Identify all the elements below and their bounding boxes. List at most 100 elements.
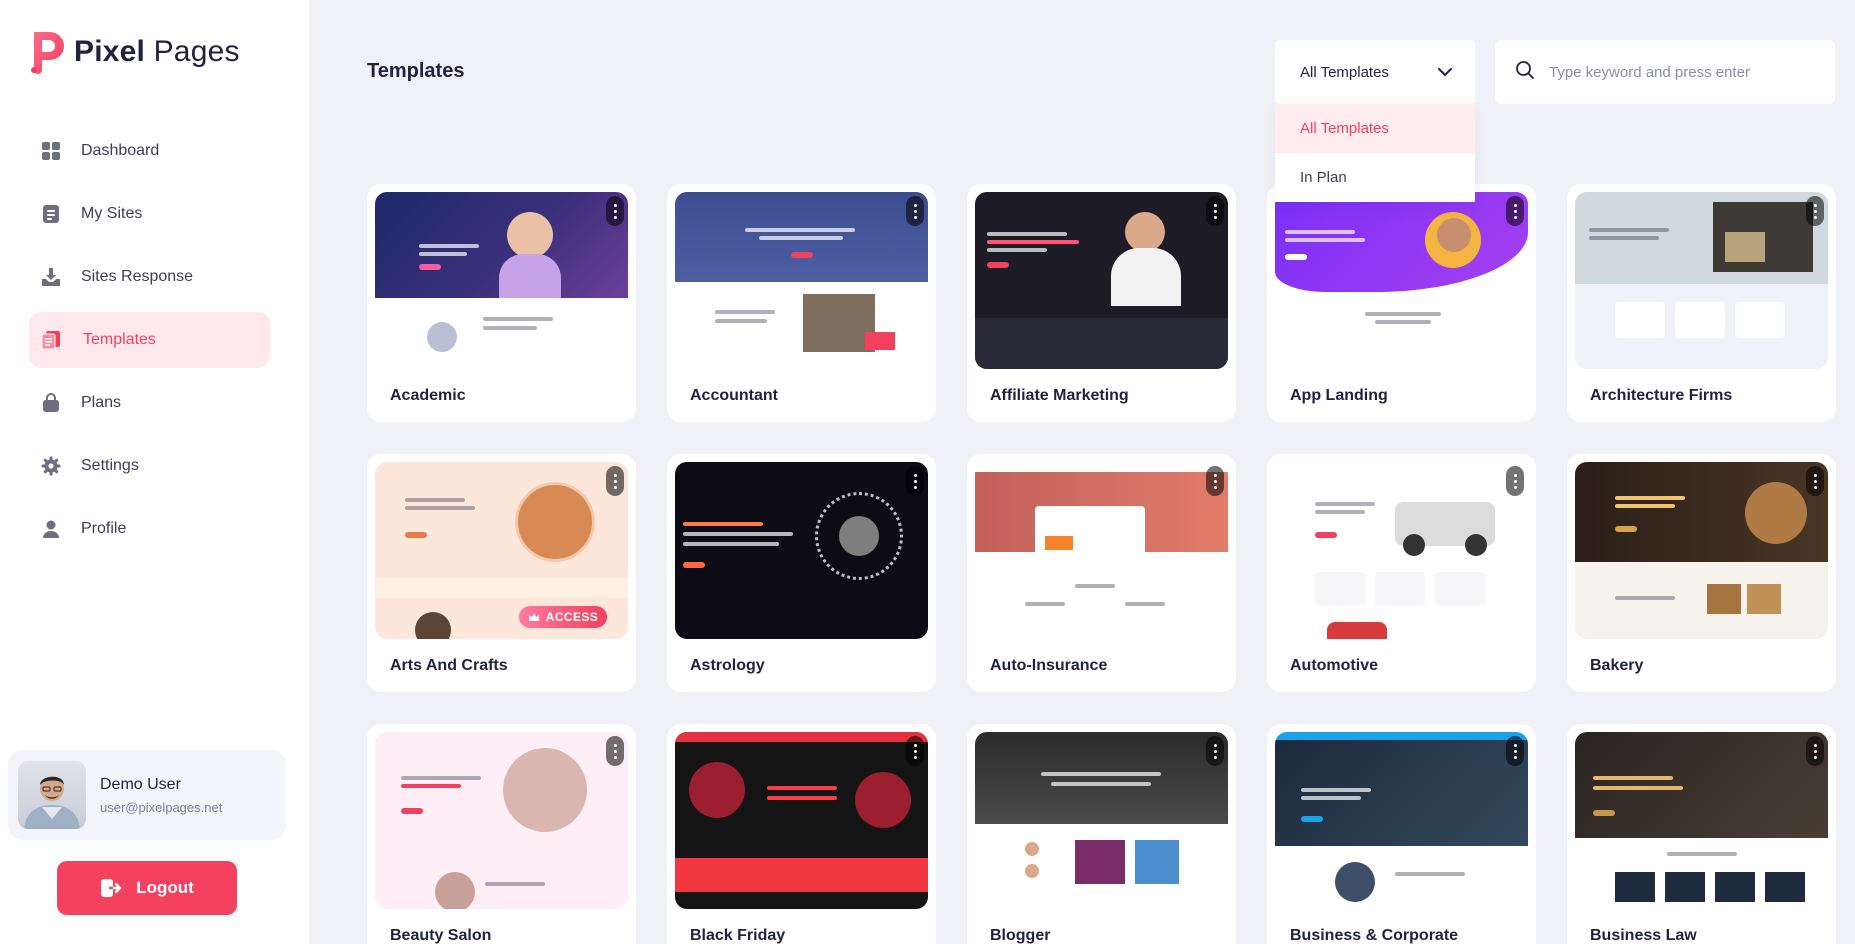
- dashboard-icon: [41, 141, 61, 161]
- template-card-auto-insurance[interactable]: Auto-Insurance: [967, 454, 1236, 692]
- template-thumbnail: [1275, 192, 1528, 369]
- template-title: Academic: [390, 387, 466, 404]
- sidebar: Pixel Pages Dashboard My Sites Sites Res…: [0, 0, 309, 944]
- template-card-astrology[interactable]: Astrology: [667, 454, 936, 692]
- template-thumbnail: [975, 462, 1228, 639]
- sidebar-item-settings[interactable]: Settings: [29, 438, 270, 494]
- template-card-app-landing[interactable]: App Landing: [1267, 184, 1536, 422]
- template-title: Beauty Salon: [390, 927, 492, 944]
- more-options-icon[interactable]: [1806, 736, 1824, 766]
- more-options-icon[interactable]: [1206, 466, 1224, 496]
- template-thumbnail: [1275, 732, 1528, 909]
- template-title: Arts And Crafts: [390, 657, 508, 674]
- template-thumbnail: [675, 462, 928, 639]
- download-icon: [41, 267, 61, 287]
- template-thumbnail: [1275, 462, 1528, 639]
- chevron-down-icon: [1437, 64, 1453, 81]
- crown-icon: [528, 612, 540, 622]
- sites-icon: [41, 204, 61, 224]
- template-thumbnail: [375, 192, 628, 369]
- sidebar-item-label: Templates: [83, 331, 156, 348]
- template-card-beauty-salon[interactable]: Beauty Salon: [367, 724, 636, 944]
- template-title: Blogger: [990, 927, 1051, 944]
- sidebar-item-label: Profile: [81, 520, 127, 537]
- template-thumbnail: [375, 732, 628, 909]
- template-title: Bakery: [1590, 657, 1644, 674]
- sidebar-item-label: Settings: [81, 457, 139, 474]
- more-options-icon[interactable]: [1506, 736, 1524, 766]
- sidebar-item-label: My Sites: [81, 205, 143, 222]
- template-thumbnail: [675, 192, 928, 369]
- template-card-accountant[interactable]: Accountant: [667, 184, 936, 422]
- search-box: [1495, 40, 1835, 104]
- more-options-icon[interactable]: [606, 196, 624, 226]
- user-meta: Demo User user@pixelpages.net: [100, 776, 222, 815]
- user-icon: [41, 519, 61, 539]
- user-card[interactable]: Demo User user@pixelpages.net: [8, 750, 286, 840]
- user-email: user@pixelpages.net: [100, 799, 223, 815]
- more-options-icon[interactable]: [1806, 466, 1824, 496]
- template-card-architecture-firms[interactable]: Architecture Firms: [1567, 184, 1836, 422]
- sidebar-item-sites-response[interactable]: Sites Response: [29, 249, 270, 305]
- search-input[interactable]: [1549, 63, 1819, 81]
- avatar: [18, 761, 86, 829]
- more-options-icon[interactable]: [1806, 196, 1824, 226]
- logout-icon: [100, 877, 122, 899]
- template-filter-select[interactable]: All Templates: [1275, 40, 1475, 104]
- sidebar-item-label: Plans: [81, 394, 122, 411]
- more-options-icon[interactable]: [906, 196, 924, 226]
- more-options-icon[interactable]: [1206, 196, 1224, 226]
- template-card-bakery[interactable]: Bakery: [1567, 454, 1836, 692]
- sidebar-item-dashboard[interactable]: Dashboard: [29, 123, 270, 179]
- more-options-icon[interactable]: [1506, 196, 1524, 226]
- more-options-icon[interactable]: [906, 736, 924, 766]
- access-badge: ACCESS: [519, 606, 607, 628]
- template-thumbnail: [675, 732, 928, 909]
- more-options-icon[interactable]: [1206, 736, 1224, 766]
- gear-icon: [41, 456, 61, 476]
- sidebar-nav: Dashboard My Sites Sites Response Templa…: [29, 123, 270, 564]
- more-options-icon[interactable]: [606, 736, 624, 766]
- template-card-affiliate-marketing[interactable]: Affiliate Marketing: [967, 184, 1236, 422]
- template-title: Business Law: [1590, 927, 1697, 944]
- sidebar-item-my-sites[interactable]: My Sites: [29, 186, 270, 242]
- template-title: Automotive: [1290, 657, 1378, 674]
- template-card-blogger[interactable]: Blogger: [967, 724, 1236, 944]
- template-title: Auto-Insurance: [990, 657, 1108, 674]
- logo-mark-icon: [28, 30, 66, 74]
- filter-selected-value: All Templates: [1300, 63, 1389, 81]
- user-name: Demo User: [100, 775, 181, 793]
- template-title: Accountant: [690, 387, 778, 404]
- template-title: Astrology: [690, 657, 765, 674]
- sidebar-item-label: Sites Response: [81, 268, 194, 285]
- page-title: Templates: [367, 60, 465, 82]
- template-thumbnail: [1575, 732, 1828, 909]
- template-thumbnail: [975, 192, 1228, 369]
- more-options-icon[interactable]: [606, 466, 624, 496]
- filter-dropdown: All Templates In Plan: [1275, 104, 1475, 202]
- logout-label: Logout: [136, 878, 194, 897]
- brand-name: Pixel Pages: [74, 35, 240, 68]
- brand-logo[interactable]: Pixel Pages: [28, 30, 240, 74]
- sidebar-item-label: Dashboard: [81, 142, 160, 159]
- logout-button[interactable]: Logout: [57, 861, 237, 915]
- template-card-automotive[interactable]: Automotive: [1267, 454, 1536, 692]
- filter-option-all-templates[interactable]: All Templates: [1275, 104, 1475, 153]
- template-title: Architecture Firms: [1590, 387, 1733, 404]
- more-options-icon[interactable]: [1506, 466, 1524, 496]
- template-card-arts-and-crafts[interactable]: ACCESS Arts And Crafts: [367, 454, 636, 692]
- template-card-business-law[interactable]: Business Law: [1567, 724, 1836, 944]
- more-options-icon[interactable]: [906, 466, 924, 496]
- template-thumbnail: [1575, 462, 1828, 639]
- sidebar-item-templates[interactable]: Templates: [29, 312, 270, 368]
- template-card-academic[interactable]: Academic: [367, 184, 636, 422]
- template-card-black-friday[interactable]: Black Friday: [667, 724, 936, 944]
- sidebar-item-profile[interactable]: Profile: [29, 501, 270, 557]
- template-title: Affiliate Marketing: [990, 387, 1129, 404]
- template-card-business-corporate[interactable]: Business & Corporate: [1267, 724, 1536, 944]
- template-thumbnail: [975, 732, 1228, 909]
- filter-option-in-plan[interactable]: In Plan: [1275, 153, 1475, 202]
- template-thumbnail: [1575, 192, 1828, 369]
- sidebar-item-plans[interactable]: Plans: [29, 375, 270, 431]
- templates-icon: [41, 330, 61, 350]
